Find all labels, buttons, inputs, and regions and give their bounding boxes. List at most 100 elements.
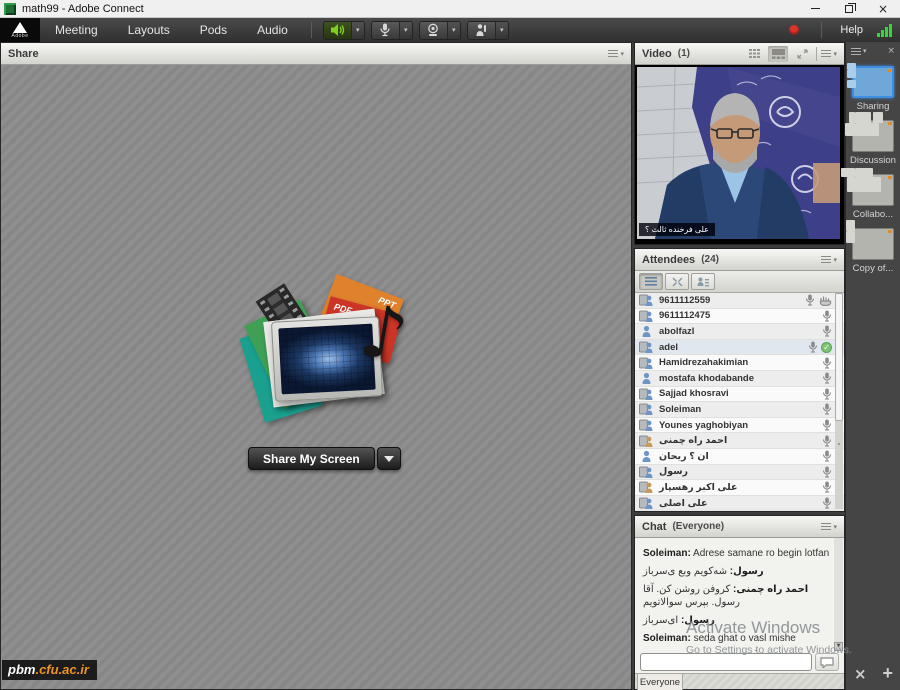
attendee-row[interactable]: abolfazl [635,324,844,340]
menu-audio[interactable]: Audio [242,18,303,42]
share-pod-menu-button[interactable]: ▾ [608,50,624,58]
chat-message: احمد راه چمنی: کروفن روشن کن. آقا رسول. … [643,583,836,609]
speaker-button[interactable]: ▾ [323,21,365,40]
attendees-scrollbar[interactable] [835,293,843,509]
pod-menu-icon [821,523,831,530]
attendee-row[interactable]: علی اکبر رهسپار [635,480,844,496]
attendee-row[interactable]: adel ✓ [635,340,844,356]
chat-tab-bar: Everyone [635,673,844,689]
user-icon [639,372,654,384]
dropdown-arrow-icon [384,456,394,462]
breakout-view-button[interactable] [665,273,689,290]
microphone-status-icon[interactable] [822,357,832,369]
attendees-pod-title: Attendees [642,254,695,266]
attendee-row[interactable]: Younes yaghobiyan [635,418,844,434]
speaker-dropdown[interactable]: ▾ [351,22,364,39]
attendee-row[interactable]: احمد راه چمنی [635,433,844,449]
microphone-status-icon[interactable] [805,294,815,306]
layout-thumbnail-copy[interactable] [852,228,894,260]
share-pod-body: PPT PDF ♪ Share My Screen [1,65,631,689]
scrollbar-thumb[interactable] [835,293,843,421]
attendees-pod-menu-button[interactable]: ▾ [821,256,837,264]
webcam-dropdown[interactable]: ▾ [447,22,460,39]
share-options-dropdown[interactable] [377,447,401,470]
raise-hand-button[interactable]: ▾ [467,21,509,40]
attendees-count: (24) [701,254,719,265]
site-logo: pbm.cfu.ac.ir [2,660,97,680]
active-dot [888,176,892,179]
attendees-pod-header: Attendees (24) ▾ [635,249,844,271]
menu-pods[interactable]: Pods [185,18,242,42]
chat-pod-menu-button[interactable]: ▾ [821,523,837,531]
close-button[interactable]: × [866,0,900,17]
microphone-status-icon[interactable] [822,450,832,462]
microphone-status-icon[interactable] [822,325,832,337]
webcam-button[interactable]: ▾ [419,21,461,40]
remove-layout-icon[interactable]: × [854,665,867,683]
attendee-row[interactable]: رسول [635,465,844,481]
attendee-row[interactable]: 9611112559 [635,293,844,309]
raise-hand-dropdown[interactable]: ▾ [495,22,508,39]
chat-text: Adrese samane ro begin lotfan [693,548,829,559]
microphone-status-icon[interactable] [822,388,832,400]
attendee-list-view-button[interactable] [639,273,663,290]
microphone-button[interactable]: ▾ [371,21,413,40]
mobile-user-icon [639,357,654,369]
hand-status-icon [819,295,832,306]
chat-text: شه‌کویم وبع ی‌سرباز [643,566,727,577]
caret-icon: ▾ [620,50,624,58]
microphone-status-icon[interactable] [808,341,818,353]
menubar-divider [311,22,312,38]
attendee-row[interactable]: 9611112475 [635,309,844,325]
layout-thumbnail-discussion[interactable] [852,120,894,152]
layout-bar-close-icon[interactable]: × [887,46,895,56]
chat-message-input[interactable] [640,653,812,671]
mobile-user-icon [639,310,654,322]
layout-item-discussion[interactable]: Discussion [846,120,900,166]
attendee-row[interactable]: mostafa khodabande [635,371,844,387]
grid-view-button[interactable] [744,46,764,62]
scroll-down-arrow-icon[interactable]: ▼ [834,642,843,651]
microphone-status-icon[interactable] [822,419,832,431]
restore-button[interactable] [832,0,866,17]
share-my-screen-button[interactable]: Share My Screen [248,447,375,470]
send-message-button[interactable] [815,653,839,671]
attendee-row[interactable]: ان ؟ ریحان [635,449,844,465]
menu-layouts[interactable]: Layouts [113,18,185,42]
layout-item-copy[interactable]: Copy of... [846,228,900,274]
fullscreen-button[interactable] [792,46,812,62]
video-pod-menu-button[interactable]: ▾ [821,50,837,58]
microphone-status-icon[interactable] [822,372,832,384]
chat-scrollbar[interactable]: ▼ [834,538,843,651]
layout-item-sharing[interactable]: Sharing [846,66,900,112]
webcam-video-frame[interactable]: علی فرخنده ثالث ؟ [635,65,844,244]
attendee-status-view-button[interactable] [691,273,715,290]
connection-signal-icon[interactable] [877,24,892,37]
add-layout-icon[interactable]: + [883,663,894,684]
microphone-status-icon[interactable] [822,466,832,478]
microphone-dropdown[interactable]: ▾ [399,22,412,39]
microphone-status-icon[interactable] [822,310,832,322]
share-pod: Share ▾ PPT PDF ♪ Share My Screen [0,42,632,690]
attendee-row[interactable]: Hamidrezahakimian [635,355,844,371]
microphone-status-icon[interactable] [822,435,832,447]
chat-tab-everyone[interactable]: Everyone [637,674,683,690]
microphone-status-icon[interactable] [822,403,832,415]
adobe-logo-text: Adobe [12,33,29,39]
microphone-status-icon[interactable] [822,481,832,493]
microphone-status-icon[interactable] [822,497,832,509]
restore-icon [845,5,853,13]
minimize-button[interactable] [798,0,832,17]
layout-thumbnail-sharing[interactable] [852,66,894,98]
attendee-row[interactable]: Soleiman [635,402,844,418]
attendee-row[interactable]: علی اصلی [635,496,844,509]
layout-bar-menu-button[interactable]: ▾ [851,47,867,55]
filmstrip-view-button[interactable] [768,46,788,62]
layout-thumbnail-collaboration[interactable] [852,174,894,206]
layout-item-collaboration[interactable]: Collabo... [846,174,900,220]
help-menu[interactable]: Help [840,24,863,36]
chat-sender: رسول: [681,615,715,626]
menu-meeting[interactable]: Meeting [40,18,113,42]
layout-label: Copy of... [853,263,894,274]
attendee-row[interactable]: Sajjad khosravi [635,387,844,403]
